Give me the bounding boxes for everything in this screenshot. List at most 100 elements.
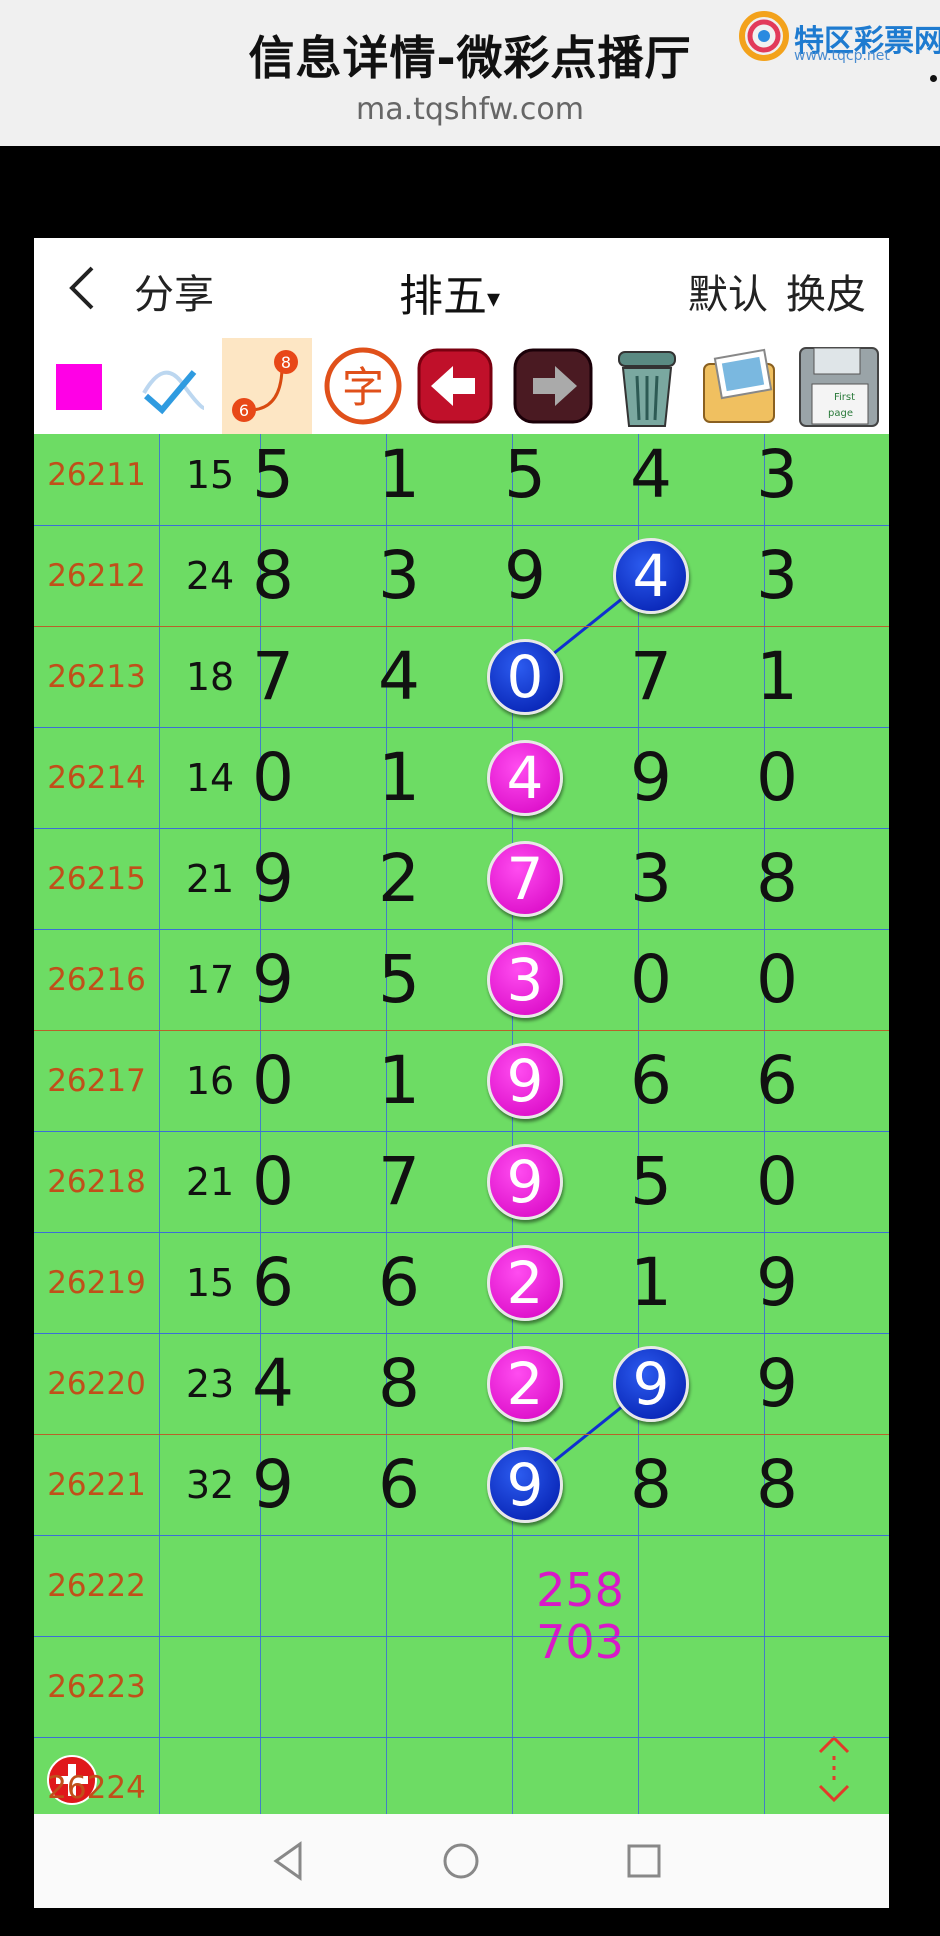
digit-cell[interactable] (462, 1535, 588, 1636)
digit-cell[interactable]: 9 (588, 727, 714, 828)
digit-cell[interactable]: 9 (588, 1333, 714, 1434)
digit-cell[interactable] (714, 1737, 840, 1814)
table-row[interactable]: 26212 24 8 3 9 4 3 (34, 525, 889, 626)
digit-cell[interactable]: 3 (336, 525, 462, 626)
table-row[interactable]: 26217 16 0 1 9 6 6 (34, 1030, 889, 1131)
digit-cell[interactable]: 6 (336, 1434, 462, 1535)
digit-cell[interactable]: 9 (714, 1232, 840, 1333)
digit-cell[interactable]: 3 (714, 434, 840, 525)
table-row[interactable]: 26211 15 5 1 5 4 3 (34, 434, 889, 525)
pink-ball-marker[interactable]: 9 (487, 1042, 563, 1119)
digit-cell[interactable]: 0 (714, 929, 840, 1030)
digit-cell[interactable]: 4 (462, 727, 588, 828)
table-row[interactable]: 26220 23 4 8 2 9 9 (34, 1333, 889, 1434)
digit-cell[interactable]: 3 (714, 525, 840, 626)
digit-cell[interactable]: 7 (588, 626, 714, 727)
digit-cell[interactable]: 6 (714, 1030, 840, 1131)
image-gallery-icon[interactable] (694, 338, 784, 434)
digit-cell[interactable]: 4 (210, 1333, 336, 1434)
pink-ball-marker[interactable]: 3 (487, 941, 563, 1018)
digit-cell[interactable]: 7 (462, 828, 588, 929)
digit-cell[interactable]: 4 (588, 525, 714, 626)
digit-cell[interactable]: 9 (210, 828, 336, 929)
table-row[interactable]: 26213 18 7 4 0 7 1 (34, 626, 889, 727)
site-logo[interactable]: 特区彩票网 www.tqcp.net (738, 10, 940, 66)
connect-line-tool[interactable]: 8 6 (222, 338, 312, 434)
digit-cell[interactable]: 5 (210, 434, 336, 525)
table-row[interactable]: 26219 15 6 6 2 1 9 (34, 1232, 889, 1333)
digit-cell[interactable] (336, 1535, 462, 1636)
digit-cell[interactable]: 5 (336, 929, 462, 1030)
digit-cell[interactable]: 0 (210, 1030, 336, 1131)
digit-cell[interactable]: 2 (462, 1232, 588, 1333)
digit-cell[interactable] (714, 1535, 840, 1636)
digit-cell[interactable]: 0 (210, 1131, 336, 1232)
digit-cell[interactable]: 0 (714, 1131, 840, 1232)
color-swatch-tool[interactable] (34, 338, 124, 434)
pen-tool-icon[interactable] (124, 338, 214, 434)
digit-cell[interactable]: 9 (462, 1434, 588, 1535)
blue-ball-marker[interactable]: 4 (613, 537, 689, 614)
nav-home-circle-icon[interactable] (436, 1836, 486, 1886)
digit-cell[interactable]: 7 (336, 1131, 462, 1232)
save-floppy-icon[interactable]: First page (794, 338, 884, 434)
digit-cell[interactable] (462, 1636, 588, 1737)
digit-cell[interactable] (210, 1636, 336, 1737)
blue-ball-marker[interactable]: 9 (487, 1446, 563, 1523)
table-row[interactable]: 26214 14 0 1 4 9 0 (34, 727, 889, 828)
digit-cell[interactable]: 9 (210, 929, 336, 1030)
table-row[interactable]: 26223 (34, 1636, 889, 1737)
digit-cell[interactable]: 8 (714, 1434, 840, 1535)
trash-can-icon[interactable] (601, 338, 691, 434)
digit-cell[interactable]: 1 (588, 1232, 714, 1333)
digit-cell[interactable]: 4 (588, 434, 714, 525)
table-row[interactable]: 26216 17 9 5 3 0 0 (34, 929, 889, 1030)
digit-cell[interactable]: 5 (462, 434, 588, 525)
digit-cell[interactable] (462, 1737, 588, 1814)
digit-cell[interactable]: 1 (336, 1030, 462, 1131)
blue-ball-marker[interactable]: 9 (613, 1345, 689, 1422)
table-row[interactable]: 26221 32 9 6 9 8 8 (34, 1434, 889, 1535)
digit-cell[interactable]: 9 (210, 1434, 336, 1535)
digit-cell[interactable] (588, 1636, 714, 1737)
pink-ball-marker[interactable]: 7 (487, 840, 563, 917)
digit-cell[interactable]: 6 (210, 1232, 336, 1333)
text-char-tool[interactable]: 字 (318, 338, 408, 434)
back-chevron-icon[interactable] (64, 262, 104, 314)
table-row[interactable]: 26224 (34, 1737, 889, 1814)
pink-ball-marker[interactable]: 2 (487, 1345, 563, 1422)
game-selector[interactable]: 排五▾ (399, 260, 500, 324)
blue-ball-marker[interactable]: 0 (487, 638, 563, 715)
digit-cell[interactable]: 6 (336, 1232, 462, 1333)
undo-arrow-icon[interactable] (409, 338, 499, 434)
digit-cell[interactable] (336, 1737, 462, 1814)
digit-cell[interactable]: 7 (210, 626, 336, 727)
digit-cell[interactable]: 0 (588, 929, 714, 1030)
digit-cell[interactable]: 9 (462, 525, 588, 626)
digit-cell[interactable]: 6 (588, 1030, 714, 1131)
table-row[interactable]: 26222 (34, 1535, 889, 1636)
nav-back-triangle-icon[interactable] (264, 1836, 314, 1886)
digit-cell[interactable]: 2 (336, 828, 462, 929)
digit-cell[interactable]: 8 (714, 828, 840, 929)
digit-cell[interactable]: 0 (462, 626, 588, 727)
menu-dot-icon[interactable] (930, 75, 937, 82)
digit-cell[interactable]: 3 (462, 929, 588, 1030)
page-url[interactable]: ma.tqshfw.com (0, 92, 940, 127)
digit-cell[interactable]: 4 (336, 626, 462, 727)
digit-cell[interactable]: 9 (714, 1333, 840, 1434)
digit-cell[interactable]: 1 (336, 727, 462, 828)
share-button[interactable]: 分享 (134, 262, 214, 320)
digit-cell[interactable] (588, 1535, 714, 1636)
pink-ball-marker[interactable]: 2 (487, 1244, 563, 1321)
table-row[interactable]: 26215 21 9 2 7 3 8 (34, 828, 889, 929)
lottery-trend-grid[interactable]: 258 703 26211 15 5 1 5 4 3 26212 24 8 3 9 4 3 26213 18 7… (34, 434, 889, 1814)
pink-ball-marker[interactable]: 9 (487, 1143, 563, 1220)
digit-cell[interactable]: 1 (714, 626, 840, 727)
digit-cell[interactable] (210, 1535, 336, 1636)
default-button[interactable]: 默认 (688, 262, 768, 320)
digit-cell[interactable]: 2 (462, 1333, 588, 1434)
digit-cell[interactable]: 1 (336, 434, 462, 525)
digit-cell[interactable]: 5 (588, 1131, 714, 1232)
digit-cell[interactable]: 0 (714, 727, 840, 828)
